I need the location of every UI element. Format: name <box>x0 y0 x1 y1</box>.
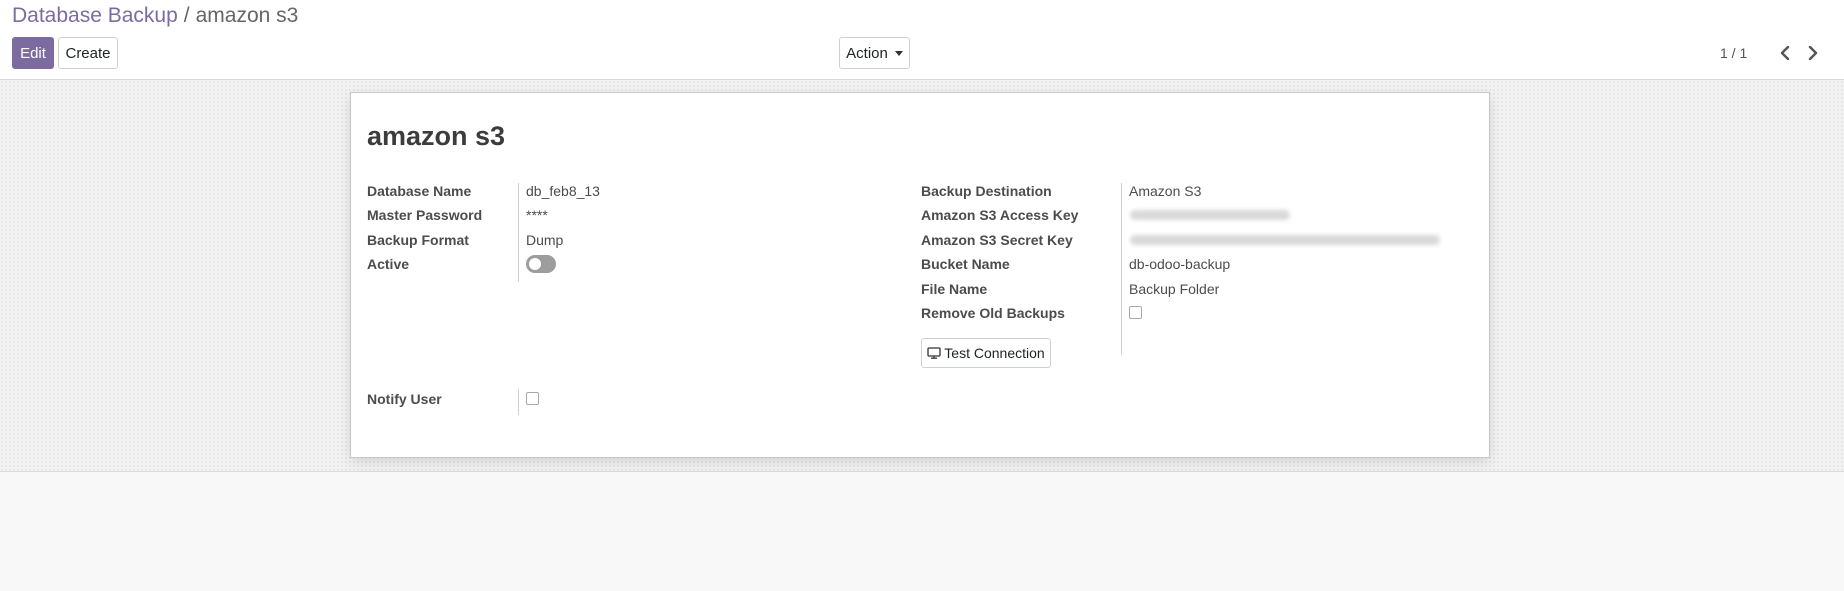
master-password-label: Master Password <box>367 207 483 223</box>
secret-key-label: Amazon S3 Secret Key <box>921 232 1073 248</box>
monitor-icon <box>927 347 941 359</box>
bucket-name-label: Bucket Name <box>921 256 1010 272</box>
database-name-value: db_feb8_13 <box>526 183 600 199</box>
breadcrumb-parent-link[interactable]: Database Backup <box>12 4 178 27</box>
caret-down-icon <box>894 50 903 56</box>
breadcrumb: Database Backup / amazon s3 <box>12 5 298 27</box>
database-name-label: Database Name <box>367 183 472 199</box>
remove-old-backups-label: Remove Old Backups <box>921 305 1065 321</box>
notify-user-label: Notify User <box>367 391 442 407</box>
control-panel: Database Backup / amazon s3 Edit Create Ac… <box>0 0 1844 80</box>
chevron-left-icon <box>1780 46 1790 60</box>
backup-format-label: Backup Format <box>367 232 469 248</box>
create-button[interactable]: Create <box>58 37 118 69</box>
notify-user-checkbox[interactable] <box>526 392 539 405</box>
file-name-label: File Name <box>921 281 988 297</box>
right-group-divider <box>1121 183 1122 355</box>
test-connection-label: Test Connection <box>944 345 1045 361</box>
notify-group-divider <box>518 389 519 415</box>
toggle-knob <box>529 258 541 270</box>
backup-destination-label: Backup Destination <box>921 183 1052 199</box>
backup-destination-value: Amazon S3 <box>1129 183 1202 199</box>
action-dropdown-button[interactable]: Action <box>839 37 910 69</box>
form-sheet: amazon s3 Database Name db_feb8_13 Maste… <box>350 92 1490 458</box>
active-label: Active <box>367 256 410 272</box>
breadcrumb-current: amazon s3 <box>195 4 299 27</box>
breadcrumb-separator: / <box>183 4 190 27</box>
master-password-value: **** <box>526 207 548 223</box>
pager-next-button[interactable] <box>1801 40 1825 66</box>
access-key-label: Amazon S3 Access Key <box>921 207 1079 223</box>
edit-button[interactable]: Edit <box>12 37 54 69</box>
action-button-label: Action <box>846 44 888 62</box>
record-title: amazon s3 <box>367 121 506 151</box>
bucket-name-value: db-odoo-backup <box>1129 256 1231 272</box>
remove-old-backups-checkbox[interactable] <box>1129 306 1142 319</box>
chevron-right-icon <box>1808 46 1818 60</box>
backup-format-value: Dump <box>526 232 564 248</box>
file-name-value: Backup Folder <box>1129 281 1220 297</box>
access-key-value-blurred <box>1130 210 1290 220</box>
active-toggle[interactable] <box>526 255 556 273</box>
pager-previous-button[interactable] <box>1773 40 1797 66</box>
pager-value[interactable]: 1 / 1 <box>1720 45 1747 61</box>
test-connection-button[interactable]: Test Connection <box>921 338 1051 368</box>
secret-key-value-blurred <box>1130 235 1440 245</box>
left-group-divider <box>518 183 519 282</box>
